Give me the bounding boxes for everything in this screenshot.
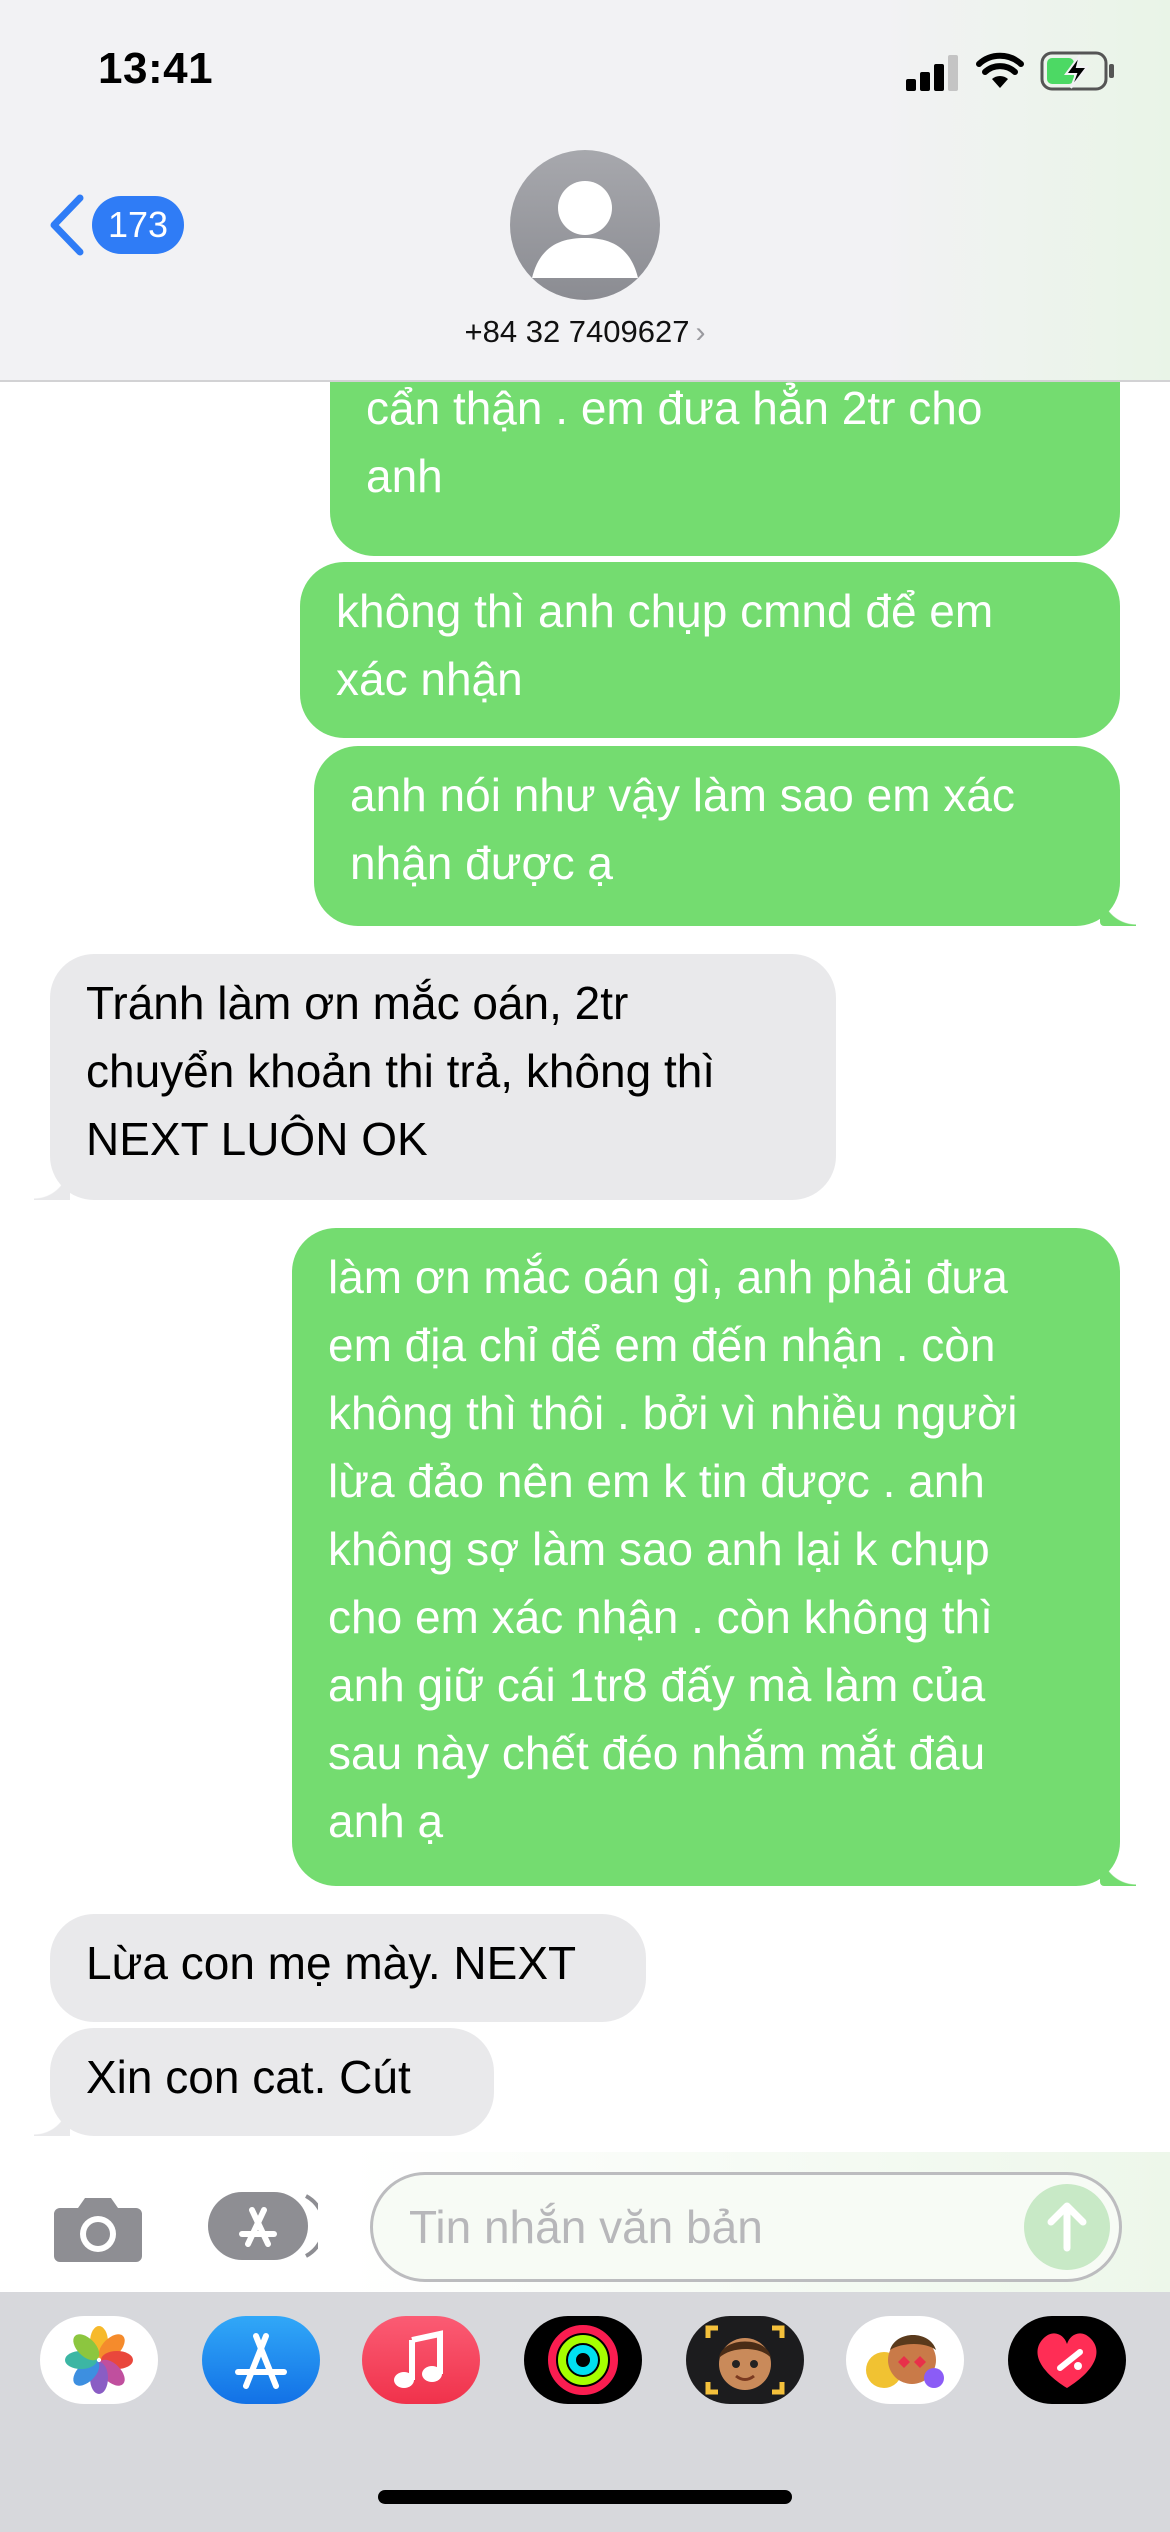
chevron-left-icon (50, 194, 84, 256)
apps-button[interactable] (206, 2186, 318, 2266)
message-line: anh nói như vậy làm sao em xác (350, 769, 1015, 821)
message-line: anh giữ cái 1tr8 đấy mà làm của (328, 1659, 986, 1711)
music-app-icon[interactable] (362, 2316, 480, 2404)
message-bubble-outgoing[interactable]: làm ơn mắc oán gì, anh phải đưa em địa c… (292, 1228, 1136, 1886)
app-store-app-icon[interactable] (202, 2316, 320, 2404)
activity-app-icon[interactable] (524, 2316, 642, 2404)
status-time: 13:41 (98, 44, 214, 93)
message-bubble-outgoing[interactable]: anh nói như vậy làm sao em xác nhận được… (314, 746, 1136, 926)
contact-number: +84 32 7409627 (464, 314, 690, 349)
animoji-stickers-app-icon[interactable] (846, 2316, 964, 2404)
camera-icon[interactable] (52, 2192, 144, 2264)
composer-bar (0, 2152, 1170, 2292)
message-line: cẩn thận . em đưa hẳn 2tr cho (366, 382, 983, 434)
message-thread[interactable]: cẩn thận . em đưa hẳn 2tr cho anh không … (0, 382, 1170, 2152)
cellular-signal-icon (906, 55, 958, 91)
message-line: anh ạ (328, 1795, 444, 1847)
message-line: xác nhận (336, 653, 523, 705)
message-line: anh (366, 450, 443, 502)
message-line: không thì thôi . bởi vì nhiều người (328, 1387, 1018, 1439)
contact-name[interactable]: +84 32 7409627 › (0, 314, 1170, 350)
home-indicator[interactable] (378, 2490, 792, 2504)
message-line: sau này chết đéo nhắm mắt đâu (328, 1727, 986, 1779)
message-line: NEXT LUÔN OK (86, 1113, 428, 1165)
message-line: Lừa con mẹ mày. NEXT (86, 1937, 577, 1989)
message-bubble-outgoing[interactable]: không thì anh chụp cmnd để em xác nhận (300, 562, 1120, 738)
chevron-right-icon: › (695, 316, 706, 349)
message-bubble-outgoing[interactable]: cẩn thận . em đưa hẳn 2tr cho anh (330, 382, 1120, 556)
message-bubble-incoming[interactable]: Lừa con mẹ mày. NEXT (50, 1914, 646, 2022)
digital-touch-app-icon[interactable] (1008, 2316, 1126, 2404)
photos-app-icon[interactable] (40, 2316, 158, 2404)
memoji-app-icon[interactable] (686, 2316, 804, 2404)
arrow-up-icon (1047, 2202, 1087, 2252)
back-button[interactable]: 173 (46, 190, 186, 260)
message-line: Xin con cat. Cút (86, 2051, 411, 2103)
status-bar: 13:41 (0, 0, 1170, 140)
message-line: nhận được ạ (350, 837, 614, 889)
message-bubble-incoming[interactable]: Tránh làm ơn mắc oán, 2tr chuyển khoản t… (34, 954, 836, 1200)
contact-avatar[interactable] (510, 150, 660, 300)
message-line: không sợ làm sao anh lại k chụp (328, 1523, 990, 1575)
send-button[interactable] (1024, 2184, 1110, 2270)
wifi-icon (976, 52, 1024, 88)
message-line: lừa đảo nên em k tin được . anh (328, 1455, 985, 1507)
message-line: cho em xác nhận . còn không thì (328, 1591, 993, 1643)
person-icon (532, 181, 638, 278)
message-line: làm ơn mắc oán gì, anh phải đưa (328, 1251, 1008, 1303)
message-input[interactable] (370, 2172, 1122, 2282)
message-line: Tránh làm ơn mắc oán, 2tr (86, 977, 629, 1029)
unread-count-badge: 173 (92, 196, 185, 254)
message-line: em địa chỉ để em đến nhận . còn (328, 1319, 996, 1371)
message-bubble-incoming[interactable]: Xin con cat. Cút (34, 2028, 494, 2136)
message-line: không thì anh chụp cmnd để em (336, 585, 994, 637)
battery-charging-icon (1040, 51, 1114, 91)
message-line: chuyển khoản thi trả, không thì (86, 1045, 716, 1097)
